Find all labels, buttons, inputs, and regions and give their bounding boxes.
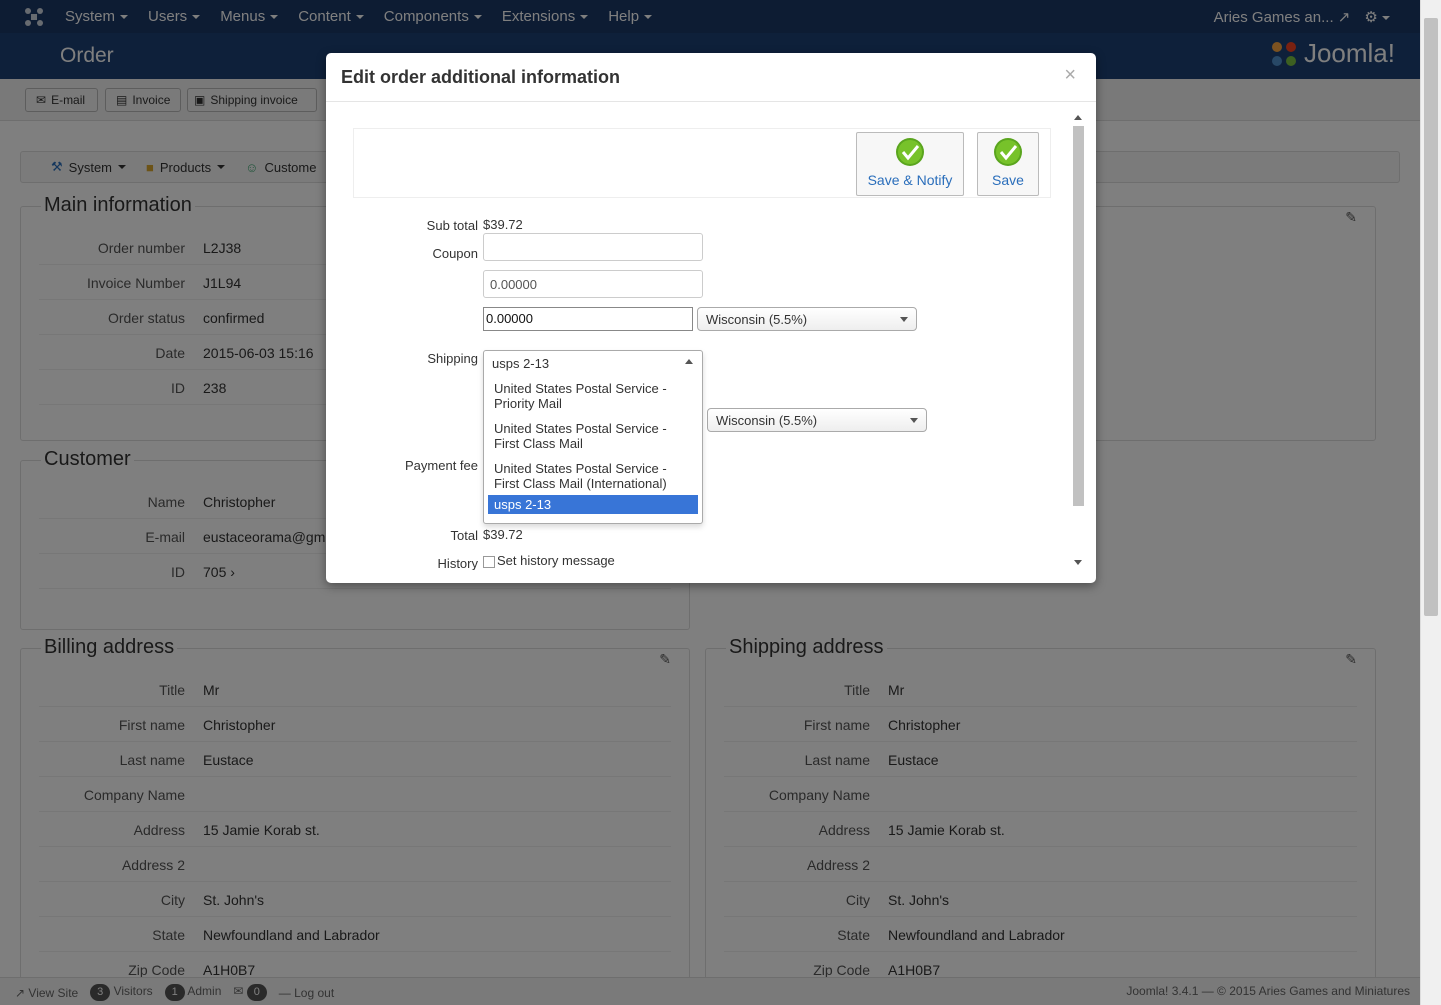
chevron-down-icon <box>910 418 918 423</box>
save-button[interactable]: Save <box>977 132 1039 196</box>
subtotal-label: Sub total <box>426 218 478 233</box>
history-checkbox[interactable] <box>483 555 495 568</box>
page-scrollbar-thumb[interactable] <box>1424 18 1438 616</box>
modal-header: Edit order additional information × <box>326 53 1096 102</box>
chevron-down-icon <box>900 317 908 322</box>
total-value: $39.72 <box>483 527 523 542</box>
shipping-tax-region-value: Wisconsin (5.5%) <box>716 413 818 428</box>
save-label: Save <box>992 172 1024 188</box>
modal-title: Edit order additional information <box>341 67 620 87</box>
shipping-tax-region-select[interactable]: Wisconsin (5.5%) <box>707 408 927 432</box>
shipping-dropdown: usps 2-13 United States Postal Service -… <box>483 350 703 524</box>
tax-region-select[interactable]: Wisconsin (5.5%) <box>697 307 917 331</box>
shipping-option[interactable]: United States Postal Service - First Cla… <box>488 459 698 493</box>
history-option: Set history message <box>483 553 615 568</box>
save-notify-label: Save & Notify <box>867 172 953 188</box>
shipping-option-selected[interactable]: usps 2-13 <box>488 495 698 514</box>
modal-body: Save & Notify Save Sub total $39.72 Coup… <box>353 115 1076 570</box>
tax-region-value: Wisconsin (5.5%) <box>706 312 808 327</box>
checkmark-icon <box>896 138 924 166</box>
subtotal-value: $39.72 <box>483 217 523 232</box>
shipping-selected-value: usps 2-13 <box>492 356 550 371</box>
shipping-option[interactable]: United States Postal Service - Priority … <box>488 379 698 413</box>
tax-input[interactable]: 0.00000 <box>483 307 693 331</box>
shipping-option[interactable]: United States Postal Service - First Cla… <box>488 419 698 453</box>
chevron-up-icon <box>685 359 693 364</box>
shipping-select[interactable]: usps 2-13 <box>484 351 702 375</box>
modal-toolbar: Save & Notify Save <box>353 128 1051 198</box>
coupon-input[interactable] <box>483 233 703 261</box>
checkmark-icon <box>994 138 1022 166</box>
edit-order-modal: Edit order additional information × Save… <box>326 53 1096 583</box>
save-notify-button[interactable]: Save & Notify <box>856 132 964 196</box>
scroll-up-icon[interactable] <box>1074 115 1082 120</box>
scroll-down-icon[interactable] <box>1074 560 1082 565</box>
modal-scrollbar[interactable] <box>1071 111 1085 569</box>
coupon-label: Coupon <box>432 246 478 261</box>
payment-fee-label: Payment fee <box>405 458 478 473</box>
close-icon[interactable]: × <box>1064 64 1076 87</box>
history-checkbox-label: Set history message <box>497 553 615 568</box>
page-scrollbar[interactable] <box>1420 0 1441 1005</box>
total-label: Total <box>450 528 478 543</box>
history-label: History <box>437 556 478 570</box>
shipping-label: Shipping <box>427 351 478 366</box>
discount-input[interactable]: 0.00000 <box>483 270 703 298</box>
modal-scrollbar-thumb[interactable] <box>1073 126 1084 506</box>
